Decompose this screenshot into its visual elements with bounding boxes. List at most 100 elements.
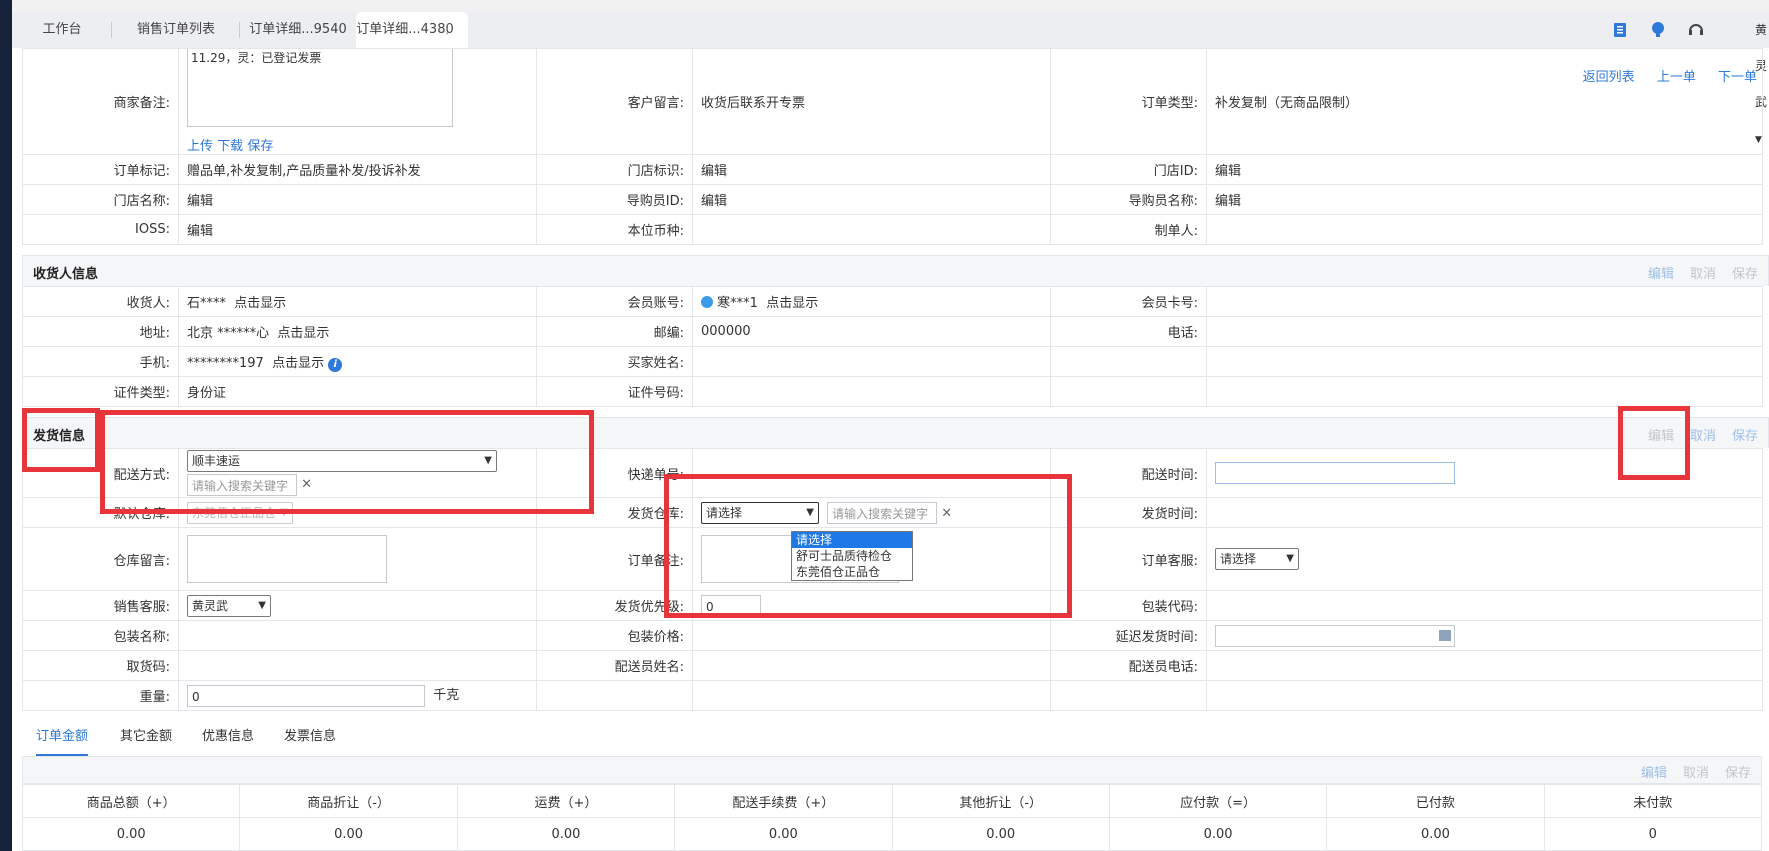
store-id-edit[interactable]: 编辑 xyxy=(1215,164,1241,179)
tab-label: 订单详细...9540 xyxy=(249,22,347,37)
show-receiver-name-link[interactable]: 点击显示 xyxy=(234,296,286,311)
merchant-note-textarea[interactable]: 11.29，灵：已登记发票 xyxy=(187,49,453,127)
order-info-table: 商家备注: 11.29，灵：已登记发票 上传 下载 保存 客户留言: 收货后联系… xyxy=(22,48,1763,245)
member-account-value: 寒***1 xyxy=(717,296,758,311)
merchant-note-text: 11.29，灵：已登记发票 xyxy=(191,51,322,65)
store-name-edit[interactable]: 编辑 xyxy=(187,194,213,209)
document-icon[interactable] xyxy=(1611,21,1629,39)
order-service-select[interactable]: 请选择 ▼ xyxy=(1215,548,1299,570)
tab-label: 其它金额 xyxy=(120,729,173,744)
value-cell: 0.00 xyxy=(239,817,458,851)
left-edge xyxy=(0,0,12,851)
store-mark-edit[interactable]: 编辑 xyxy=(701,164,727,179)
tab-order-detail-4380[interactable]: 订单详细...4380 ⋮ xyxy=(356,12,468,48)
receiver-table: 收货人: 石**** 点击显示 会员账号: 寒***1 点击显示 会员卡号: 地… xyxy=(22,286,1763,407)
delivery-time-label: 配送时间: xyxy=(1141,467,1198,483)
dropdown-option[interactable]: 东莞佰仓正品仓 xyxy=(792,564,912,580)
order-mark-value: 赠品单,补发复制,产品质量补发/投诉补发 xyxy=(187,164,421,179)
shipping-save-button[interactable]: 保存 xyxy=(1732,429,1758,444)
shipping-cancel-button[interactable]: 取消 xyxy=(1690,429,1716,444)
address-value: 北京 ******心 xyxy=(187,326,270,341)
weight-input[interactable]: 0 xyxy=(187,684,425,707)
courier-name-label: 配送员姓名: xyxy=(614,660,684,675)
header-cell: 商品折让（-） xyxy=(239,784,458,818)
guide-name-label: 导购员名称: xyxy=(1128,194,1198,209)
amount-cancel-button[interactable]: 取消 xyxy=(1683,766,1709,781)
header-cell: 已付款 xyxy=(1326,784,1545,818)
send-time-label: 发货时间: xyxy=(1141,507,1198,522)
tab-sales-order-list[interactable]: 销售订单列表 xyxy=(112,12,240,48)
tab-label: 订单详细...4380 xyxy=(356,22,454,37)
bookmarks-bar xyxy=(0,0,1769,12)
value-cell: 0.00 xyxy=(674,817,893,851)
tab-label: 订单金额 xyxy=(36,729,89,744)
amount-edit-button[interactable]: 编辑 xyxy=(1641,766,1667,781)
show-member-link[interactable]: 点击显示 xyxy=(766,296,818,311)
customer-message-value: 收货后联系开专票 xyxy=(701,96,806,111)
headset-icon[interactable] xyxy=(1687,21,1705,39)
value-cell: 0.00 xyxy=(21,817,241,851)
tab-workbench[interactable]: 工作台 xyxy=(12,12,112,48)
info-icon[interactable]: i xyxy=(328,357,343,372)
order-service-label: 订单客服: xyxy=(1141,553,1198,569)
zip-value: 000000 xyxy=(701,324,751,339)
weight-value: 0 xyxy=(192,689,200,704)
value-cell: 0.00 xyxy=(1326,817,1545,851)
value-cell: 0.00 xyxy=(456,817,676,851)
header-cell: 商品总额（+） xyxy=(21,784,241,818)
tab-discount-info[interactable]: 优惠信息 xyxy=(202,720,254,754)
order-type-value: 补发复制（无商品限制） xyxy=(1215,96,1359,111)
tab-order-detail-9540[interactable]: 订单详细...9540 xyxy=(240,12,356,48)
save-note-link[interactable]: 保存 xyxy=(247,139,273,154)
chevron-down-icon: ▼ xyxy=(258,599,266,611)
maker-label: 制单人: xyxy=(1154,224,1198,239)
receiver-section-header: 收货人信息 编辑 取消 保存 xyxy=(22,255,1769,286)
tab-label: 工作台 xyxy=(42,22,82,37)
annotation-box xyxy=(22,408,100,472)
member-card-label: 会员卡号: xyxy=(1141,296,1198,311)
guide-id-edit[interactable]: 编辑 xyxy=(701,194,727,209)
show-mobile-link[interactable]: 点击显示 xyxy=(272,356,324,371)
receiver-cancel-button[interactable]: 取消 xyxy=(1690,267,1716,282)
sales-service-select[interactable]: 黄灵武 ▼ xyxy=(187,594,271,617)
delay-ship-time-input[interactable] xyxy=(1215,624,1455,647)
tab-order-amount[interactable]: 订单金额 xyxy=(36,720,89,756)
send-warehouse-dropdown: 请选择 舒可士品质待检仓 东莞佰仓正品仓 xyxy=(791,531,913,581)
tab-label: 发票信息 xyxy=(284,729,337,744)
lightbulb-icon[interactable] xyxy=(1649,21,1667,39)
calendar-icon[interactable] xyxy=(1439,629,1451,641)
warehouse-message-textarea[interactable] xyxy=(187,535,387,583)
tab-more-icon[interactable]: ⋮ xyxy=(441,12,454,48)
member-account-label: 会员账号: xyxy=(627,296,684,311)
value-cell: 0.00 xyxy=(891,817,1110,851)
id-type-value: 身份证 xyxy=(187,386,227,401)
value-cell: 0 xyxy=(1543,817,1763,851)
mobile-value: ********197 xyxy=(187,355,264,371)
receiver-edit-button[interactable]: 编辑 xyxy=(1648,267,1674,282)
dropdown-option[interactable]: 请选择 xyxy=(792,532,912,548)
tab-label: 销售订单列表 xyxy=(136,22,215,37)
annotation-box xyxy=(1618,406,1690,480)
header-cell: 未付款 xyxy=(1543,784,1763,818)
header-cell: 配送手续费（+） xyxy=(674,784,893,818)
sales-service-value: 黄灵武 xyxy=(192,598,229,613)
buyer-name-label: 买家姓名: xyxy=(627,356,684,371)
ioss-label: IOSS: xyxy=(135,222,170,237)
dropdown-option[interactable]: 舒可士品质待检仓 xyxy=(792,548,912,564)
tab-other-amount[interactable]: 其它金额 xyxy=(120,720,172,754)
receiver-save-button[interactable]: 保存 xyxy=(1732,267,1758,282)
amount-save-button[interactable]: 保存 xyxy=(1725,766,1751,781)
show-address-link[interactable]: 点击显示 xyxy=(277,326,329,341)
tab-invoice-info[interactable]: 发票信息 xyxy=(284,720,336,754)
customer-message-label: 客户留言: xyxy=(627,96,684,111)
delivery-time-input[interactable] xyxy=(1215,462,1455,484)
ioss-edit-link[interactable]: 编辑 xyxy=(187,224,213,239)
amount-section: 编辑 取消 保存 商品总额（+） 商品折让（-） 运费（+） 配送手续费（+） 其他… xyxy=(21,756,1763,851)
amount-header-row: 商品总额（+） 商品折让（-） 运费（+） 配送手续费（+） 其他折让（-） 应… xyxy=(21,784,1763,818)
amount-value-row: 0.00 0.00 0.00 0.00 0.00 0.00 0.00 0 xyxy=(21,817,1763,851)
upload-link[interactable]: 上传 xyxy=(187,139,213,154)
warehouse-message-label: 仓库留言: xyxy=(113,553,170,569)
guide-name-edit[interactable]: 编辑 xyxy=(1215,194,1241,209)
download-link[interactable]: 下载 xyxy=(217,139,243,154)
chevron-down-icon: ▼ xyxy=(1286,553,1294,564)
